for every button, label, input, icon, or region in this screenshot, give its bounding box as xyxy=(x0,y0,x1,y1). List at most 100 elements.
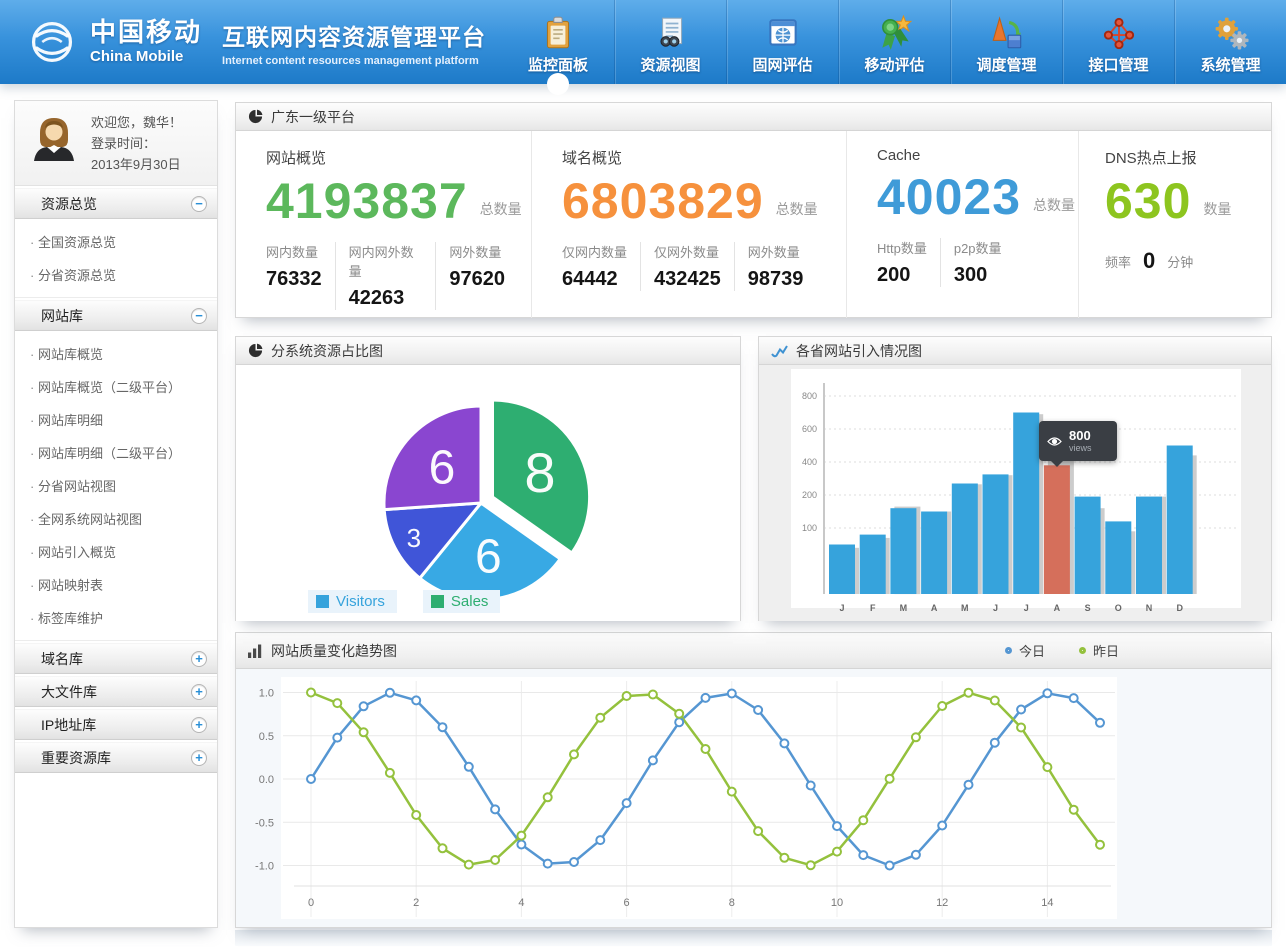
data-point[interactable] xyxy=(386,689,394,697)
sidebar-item[interactable]: 网站引入概览 xyxy=(15,535,217,568)
bar-chart-svg[interactable]: 100200400600800JFMAMJJASOND xyxy=(759,365,1273,621)
data-point[interactable] xyxy=(465,861,473,869)
nav-item-system-mgmt[interactable]: 系统管理 xyxy=(1174,0,1286,84)
data-point[interactable] xyxy=(991,739,999,747)
legend-item-visitors[interactable]: Visitors xyxy=(308,590,397,613)
data-point[interactable] xyxy=(570,858,578,866)
data-point[interactable] xyxy=(991,697,999,705)
nav-item-fixed-net-eval[interactable]: 固网评估 xyxy=(726,0,838,84)
data-point[interactable] xyxy=(833,822,841,830)
sidebar-item[interactable]: 网站库明细 xyxy=(15,403,217,436)
data-point[interactable] xyxy=(649,691,657,699)
legend-item[interactable]: 昨日 xyxy=(1079,641,1119,660)
nav-item-interface-mgmt[interactable]: 接口管理 xyxy=(1062,0,1174,84)
data-point[interactable] xyxy=(307,689,315,697)
pie-chart-area[interactable]: 8636VisitorsSales xyxy=(236,365,740,621)
data-point[interactable] xyxy=(807,782,815,790)
data-point[interactable] xyxy=(1096,719,1104,727)
nav-item-dispatch-mgmt[interactable]: 调度管理 xyxy=(950,0,1062,84)
bar[interactable] xyxy=(921,512,947,595)
data-point[interactable] xyxy=(570,750,578,758)
bar[interactable] xyxy=(890,508,916,594)
sidebar-item[interactable]: 网站库概览（二级平台） xyxy=(15,370,217,403)
data-point[interactable] xyxy=(965,781,973,789)
legend-item[interactable]: 今日 xyxy=(1005,641,1045,660)
bar[interactable] xyxy=(1136,497,1162,594)
data-point[interactable] xyxy=(517,832,525,840)
sidebar-section-bigfile-lib[interactable]: 大文件库+ xyxy=(15,676,217,707)
data-point[interactable] xyxy=(754,827,762,835)
collapse-icon[interactable]: − xyxy=(191,196,207,212)
data-point[interactable] xyxy=(1043,763,1051,771)
data-point[interactable] xyxy=(333,734,341,742)
nav-item-monitor-panel[interactable]: 监控面板 xyxy=(502,0,614,84)
line-chart-area[interactable]: 024681012141.00.50.0-0.5-1.0 xyxy=(236,669,1271,927)
data-point[interactable] xyxy=(728,788,736,796)
sidebar-section-important-lib[interactable]: 重要资源库+ xyxy=(15,742,217,773)
bar[interactable] xyxy=(952,484,978,595)
data-point[interactable] xyxy=(623,692,631,700)
data-point[interactable] xyxy=(754,706,762,714)
data-point[interactable] xyxy=(649,756,657,764)
data-point[interactable] xyxy=(912,851,920,859)
collapse-icon[interactable]: − xyxy=(191,308,207,324)
bar[interactable] xyxy=(829,545,855,595)
bar[interactable] xyxy=(983,474,1009,594)
sidebar-section-domain-lib[interactable]: 域名库+ xyxy=(15,643,217,674)
data-point[interactable] xyxy=(965,689,973,697)
data-point[interactable] xyxy=(333,699,341,707)
bar[interactable] xyxy=(860,535,886,594)
data-point[interactable] xyxy=(596,714,604,722)
nav-item-resource-view[interactable]: 资源视图 xyxy=(614,0,726,84)
data-point[interactable] xyxy=(912,733,920,741)
data-point[interactable] xyxy=(386,769,394,777)
data-point[interactable] xyxy=(1096,841,1104,849)
data-point[interactable] xyxy=(360,728,368,736)
bar[interactable] xyxy=(1105,521,1131,594)
bar[interactable] xyxy=(1167,446,1193,595)
data-point[interactable] xyxy=(439,844,447,852)
data-point[interactable] xyxy=(1070,806,1078,814)
data-point[interactable] xyxy=(544,793,552,801)
expand-icon[interactable]: + xyxy=(191,651,207,667)
sidebar-item[interactable]: 全网系统网站视图 xyxy=(15,502,217,535)
sidebar-item[interactable]: 分省网站视图 xyxy=(15,469,217,502)
bar[interactable] xyxy=(1013,413,1039,595)
data-point[interactable] xyxy=(780,739,788,747)
data-point[interactable] xyxy=(833,848,841,856)
data-point[interactable] xyxy=(544,860,552,868)
bar[interactable] xyxy=(1044,465,1070,594)
data-point[interactable] xyxy=(412,696,420,704)
data-point[interactable] xyxy=(859,816,867,824)
bar-chart-area[interactable]: 100200400600800JFMAMJJASOND800views xyxy=(759,365,1271,621)
data-point[interactable] xyxy=(1070,694,1078,702)
data-point[interactable] xyxy=(439,723,447,731)
sidebar-item[interactable]: 网站映射表 xyxy=(15,568,217,601)
data-point[interactable] xyxy=(886,862,894,870)
sidebar-section-website-lib[interactable]: 网站库− xyxy=(15,300,217,331)
sidebar-section-ip-lib[interactable]: IP地址库+ xyxy=(15,709,217,740)
data-point[interactable] xyxy=(938,822,946,830)
data-point[interactable] xyxy=(360,702,368,710)
line-chart-svg[interactable]: 024681012141.00.50.0-0.5-1.0 xyxy=(236,669,1273,927)
data-point[interactable] xyxy=(702,694,710,702)
expand-icon[interactable]: + xyxy=(191,717,207,733)
data-point[interactable] xyxy=(675,718,683,726)
data-point[interactable] xyxy=(307,775,315,783)
data-point[interactable] xyxy=(596,836,604,844)
data-point[interactable] xyxy=(807,861,815,869)
sidebar-item[interactable]: 网站库明细（二级平台） xyxy=(15,436,217,469)
data-point[interactable] xyxy=(675,710,683,718)
sidebar-item[interactable]: 标签库维护 xyxy=(15,601,217,634)
data-point[interactable] xyxy=(465,763,473,771)
data-point[interactable] xyxy=(886,775,894,783)
legend-item-sales[interactable]: Sales xyxy=(423,590,501,613)
nav-item-mobile-eval[interactable]: 移动评估 xyxy=(838,0,950,84)
expand-icon[interactable]: + xyxy=(191,750,207,766)
data-point[interactable] xyxy=(938,702,946,710)
sidebar-item[interactable]: 网站库概览 xyxy=(15,337,217,370)
data-point[interactable] xyxy=(1017,724,1025,732)
data-point[interactable] xyxy=(728,690,736,698)
data-point[interactable] xyxy=(412,811,420,819)
data-point[interactable] xyxy=(702,745,710,753)
